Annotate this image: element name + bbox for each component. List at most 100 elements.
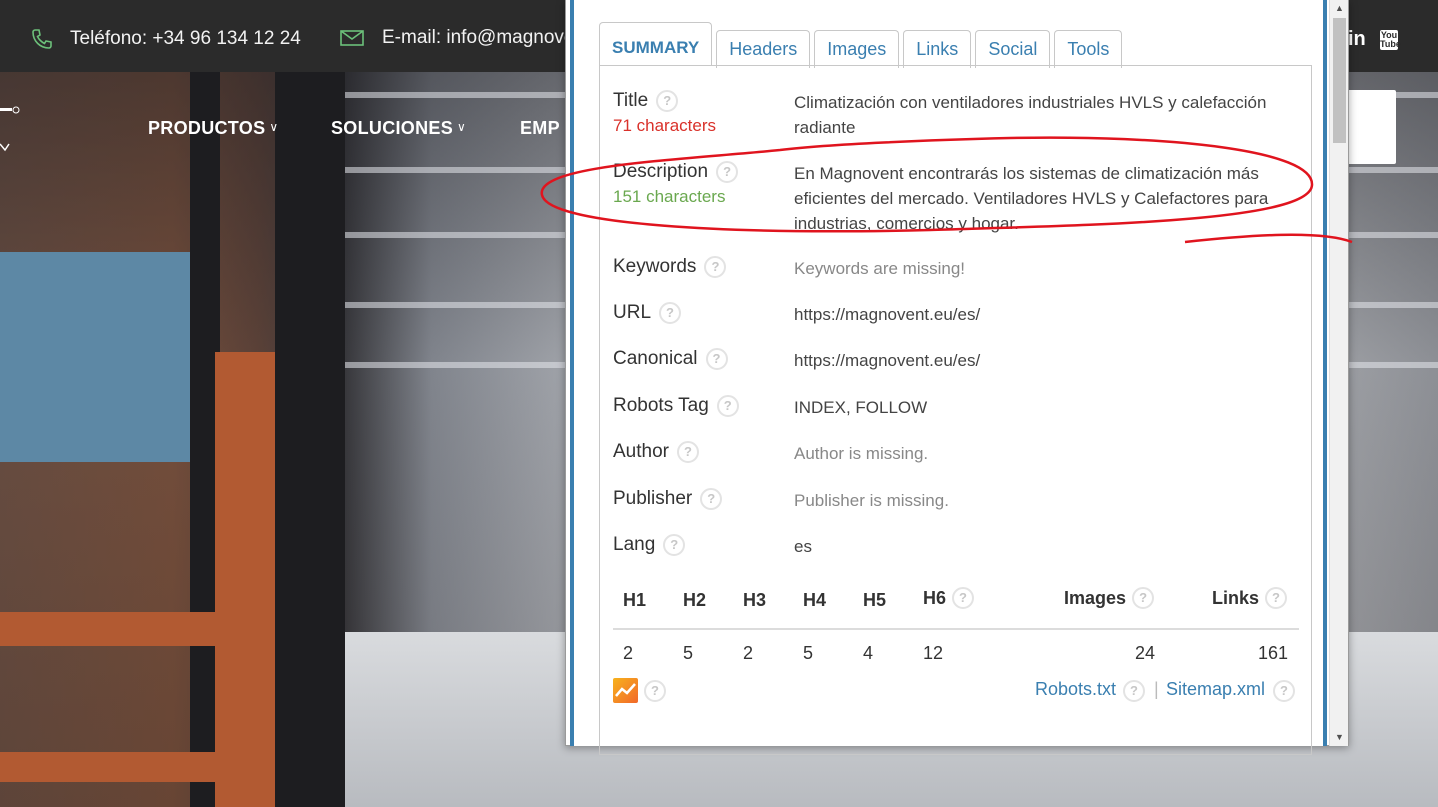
tab-headers[interactable]: Headers: [716, 30, 811, 68]
help-icon[interactable]: ?: [716, 161, 739, 183]
link-separator: |: [1154, 679, 1159, 699]
publisher-value: Publisher is missing.: [794, 491, 949, 510]
help-icon[interactable]: ?: [705, 348, 728, 370]
help-icon[interactable]: ?: [656, 90, 679, 112]
help-icon[interactable]: ?: [1265, 587, 1288, 609]
author-value: Author is missing.: [794, 444, 929, 463]
author-row: Author? Author is missing.: [613, 441, 1313, 471]
help-icon[interactable]: ?: [676, 441, 699, 463]
scroll-down-icon[interactable]: ▼: [1330, 729, 1349, 746]
site-search-box[interactable]: [1345, 90, 1396, 164]
keywords-label-text: Keywords: [613, 256, 697, 277]
stat-value-h1: 2: [623, 643, 634, 663]
stat-header-h5-text: H5: [863, 590, 887, 610]
sitemap-xml-link[interactable]: Sitemap.xml: [1166, 679, 1265, 700]
lang-row: Lang? es: [613, 534, 1313, 564]
canonical-label-text: Canonical: [613, 348, 698, 369]
publisher-label: Publisher?: [613, 488, 723, 510]
nav-empresa-label: EMP: [520, 118, 560, 138]
title-label: Title?: [613, 90, 679, 112]
stored-goods: [0, 252, 190, 462]
url-row: URL? https://magnovent.eu/es/: [613, 302, 1313, 332]
stat-header-h3: H3: [743, 590, 766, 611]
help-icon[interactable]: ?: [952, 587, 975, 609]
help-icon[interactable]: ?: [1273, 680, 1295, 702]
tab-bar: SUMMARY Headers Images Links Social Tool…: [599, 22, 1123, 68]
site-logo-fragment[interactable]: [0, 102, 24, 155]
canonical-value[interactable]: https://magnovent.eu/es/: [794, 348, 1309, 373]
rack-beam: [0, 752, 215, 782]
stats-divider: [613, 628, 1299, 630]
nav-soluciones[interactable]: SOLUCIONES ∨: [331, 118, 466, 139]
lang-value: es: [794, 537, 812, 556]
publisher-row: Publisher? Publisher is missing.: [613, 488, 1313, 518]
stat-header-h1-text: H1: [623, 590, 647, 610]
title-value: Climatización con ventiladores industria…: [794, 93, 1267, 137]
nav-productos-label: PRODUCTOS: [148, 118, 266, 138]
stat-header-h2: H2: [683, 590, 706, 611]
rack-column: [275, 72, 345, 807]
help-icon[interactable]: ?: [1123, 680, 1145, 702]
chevron-down-icon: ∨: [269, 120, 279, 134]
robots-tag-row: Robots Tag? INDEX, FOLLOW: [613, 395, 1313, 425]
stat-header-h6: H6?: [923, 587, 975, 609]
url-value[interactable]: https://magnovent.eu/es/: [794, 302, 1309, 327]
stat-header-links: Links?: [1212, 587, 1288, 609]
url-label-text: URL: [613, 302, 652, 323]
linkedin-icon[interactable]: in: [1348, 28, 1366, 51]
author-label-text: Author: [613, 441, 669, 462]
canonical-row: Canonical? https://magnovent.eu/es/: [613, 348, 1313, 378]
stat-value-images: 24: [1135, 643, 1156, 663]
nav-empresa[interactable]: EMP: [520, 118, 560, 139]
nav-productos[interactable]: PRODUCTOS ∨: [148, 118, 278, 139]
stat-header-h3-text: H3: [743, 590, 767, 610]
help-icon[interactable]: ?: [1132, 587, 1155, 609]
keywords-row: Keywords? Keywords are missing!: [613, 256, 1313, 286]
stat-header-h4-text: H4: [803, 590, 827, 610]
robots-tag-label: Robots Tag?: [613, 395, 739, 417]
stat-header-h6-text: H6: [923, 587, 947, 608]
stat-value-h5: 4: [863, 643, 874, 663]
tab-links[interactable]: Links: [903, 30, 972, 68]
phone-contact[interactable]: Teléfono: +34 96 134 12 24: [30, 27, 301, 51]
tab-social[interactable]: Social: [975, 30, 1051, 68]
title-row: Title? 71 characters Climatización con v…: [613, 90, 1313, 150]
stat-header-images: Images?: [1064, 587, 1155, 609]
logo-mark-icon: [0, 106, 20, 152]
keywords-value: Keywords are missing!: [794, 259, 966, 278]
scroll-up-icon[interactable]: ▲: [1330, 0, 1349, 17]
description-label: Description?: [613, 161, 739, 183]
stat-value-h3: 2: [743, 643, 754, 663]
help-icon[interactable]: ?: [716, 395, 739, 417]
description-row: Description? 151 characters En Magnovent…: [613, 161, 1313, 236]
phone-text: Teléfono: +34 96 134 12 24: [70, 28, 301, 49]
description-label-text: Description: [613, 161, 709, 182]
help-icon[interactable]: ?: [659, 302, 682, 324]
help-icon[interactable]: ?: [700, 488, 723, 510]
scroll-thumb[interactable]: [1333, 18, 1346, 143]
keywords-label: Keywords?: [613, 256, 727, 278]
tab-summary[interactable]: SUMMARY: [599, 22, 713, 66]
chevron-down-icon: ∨: [457, 120, 467, 134]
canonical-label: Canonical?: [613, 348, 728, 370]
tab-tools[interactable]: Tools: [1054, 30, 1123, 68]
youtube-icon[interactable]: You Tube: [1380, 30, 1401, 50]
help-icon[interactable]: ?: [663, 534, 686, 556]
analytics-icon[interactable]: [613, 678, 638, 703]
lang-label: Lang?: [613, 534, 686, 556]
mail-icon: [340, 30, 364, 46]
stat-header-images-text: Images: [1064, 587, 1127, 608]
stat-header-h4: H4: [803, 590, 826, 611]
stat-header-h1: H1: [623, 590, 646, 611]
stat-value-h4: 5: [803, 643, 814, 663]
popup-scrollbar[interactable]: ▲ ▼: [1329, 0, 1348, 746]
email-contact[interactable]: E-mail: info@magnove: [340, 27, 574, 49]
stat-header-h2-text: H2: [683, 590, 707, 610]
robots-txt-link[interactable]: Robots.txt: [1035, 679, 1116, 700]
help-icon[interactable]: ?: [644, 680, 666, 702]
tab-images[interactable]: Images: [814, 30, 900, 68]
stat-value-h2: 5: [683, 643, 694, 663]
help-icon[interactable]: ?: [704, 256, 727, 278]
title-char-count: 71 characters: [613, 116, 716, 135]
publisher-label-text: Publisher: [613, 488, 693, 509]
